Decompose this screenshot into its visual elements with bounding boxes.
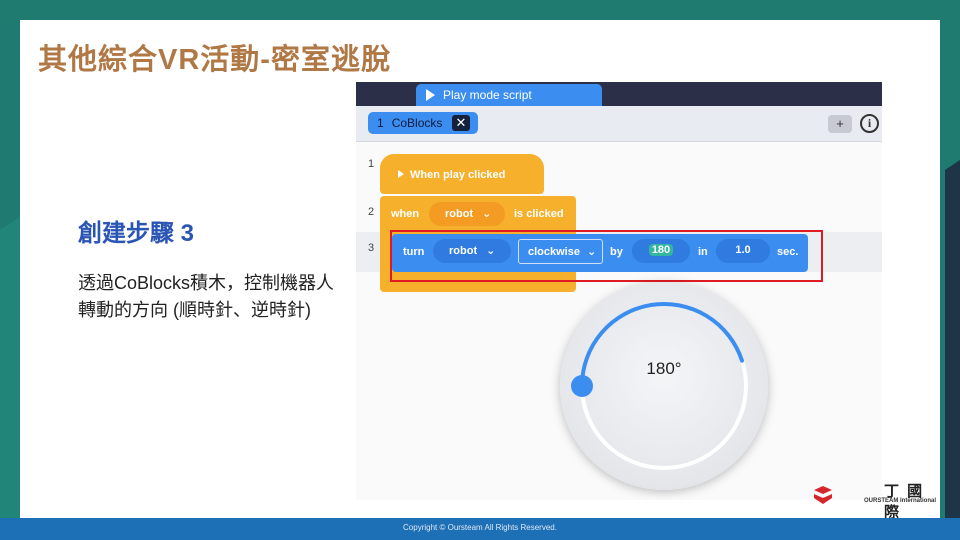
when-target-dropdown[interactable]: robot ⌄ xyxy=(429,202,505,226)
footer-bar: Copyright © Oursteam All Rights Reserved… xyxy=(0,518,960,540)
step-title: 創建步驟 3 xyxy=(78,220,195,247)
tab-number: 1 xyxy=(377,116,384,130)
angle-dial-graphic xyxy=(571,302,748,470)
editor-screenshot: Play mode script 1 CoBlocks ✕ + i 1 2 3 W… xyxy=(356,82,882,500)
step-description: 透過CoBlocks積木，控制機器人轉動的方向 (順時針、逆時針) xyxy=(78,273,335,320)
line-number-3: 3 xyxy=(368,242,375,254)
chevron-down-icon: ⌄ xyxy=(482,208,492,220)
tab-coblocks[interactable]: 1 CoBlocks ✕ xyxy=(368,112,478,134)
copyright-text: Copyright © Oursteam All Rights Reserved… xyxy=(403,523,557,532)
slide-title: 其他綜合VR活動-密室逃脫 xyxy=(38,44,391,76)
editor-toolbar: 1 CoBlocks ✕ + i xyxy=(356,106,882,142)
info-icon[interactable]: i xyxy=(860,114,879,133)
block-play-label: When play clicked xyxy=(410,169,506,181)
dial-value: 180° xyxy=(646,359,682,378)
play-icon xyxy=(398,170,404,178)
company-logo: 丁 國 際 OURSTEAM International xyxy=(812,478,937,521)
highlight-box xyxy=(390,230,823,282)
tab-coblocks-label: CoBlocks xyxy=(391,116,443,130)
tab-play-mode-script[interactable]: Play mode script xyxy=(416,84,602,106)
logo-mark-icon xyxy=(814,486,832,504)
close-icon[interactable]: ✕ xyxy=(452,115,470,131)
editor-topbar: Play mode script xyxy=(356,82,882,106)
when-target-label: robot xyxy=(445,208,474,220)
tab-play-label: Play mode script xyxy=(443,88,532,102)
block-is-clicked-label: is clicked xyxy=(514,208,564,220)
play-icon xyxy=(426,89,435,101)
block-when-play-clicked[interactable]: When play clicked xyxy=(380,154,544,194)
line-number-1: 1 xyxy=(368,158,375,170)
logo-text-en: OURSTEAM International xyxy=(864,498,937,504)
line-number-2: 2 xyxy=(368,206,375,218)
add-button[interactable]: + xyxy=(828,115,852,133)
block-when-label: when xyxy=(391,208,420,220)
